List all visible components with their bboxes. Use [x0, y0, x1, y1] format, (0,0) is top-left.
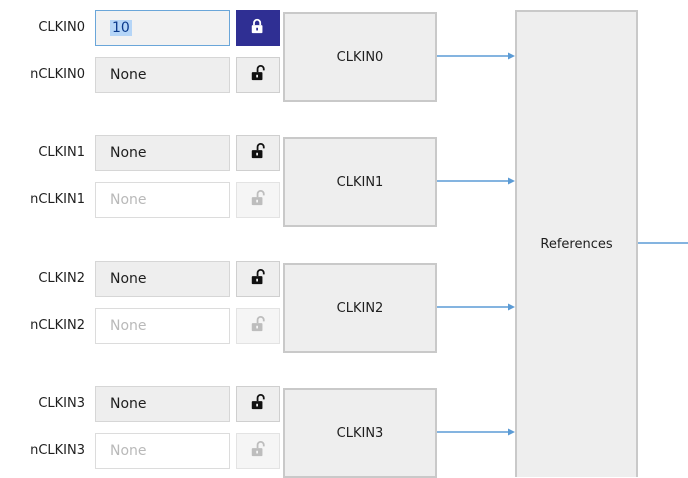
frequency-value: None: [110, 271, 147, 287]
references-block[interactable]: References: [515, 10, 638, 477]
clkin-frequency-field[interactable]: 10: [95, 10, 230, 46]
clkin-block-label: CLKIN2: [336, 300, 384, 316]
clkin-label: CLKIN2: [38, 271, 85, 286]
clkin-block-label: CLKIN0: [336, 49, 384, 65]
lock-open-icon: [250, 268, 266, 290]
clkin-block-label: CLKIN3: [336, 425, 384, 441]
frequency-value: None: [110, 67, 147, 83]
nclkin-frequency-field: None: [95, 182, 230, 218]
clkin-lock-button[interactable]: [236, 261, 280, 297]
nclkin-frequency-field: None: [95, 308, 230, 344]
connector-arrow-icon: [508, 428, 515, 436]
clkin-lock-button[interactable]: [236, 10, 280, 46]
frequency-value: None: [110, 396, 147, 412]
connector-arrow-icon: [508, 303, 515, 311]
nclkin-lock-button[interactable]: [236, 57, 280, 93]
clkin-block[interactable]: CLKIN0: [283, 12, 437, 102]
frequency-value: None: [110, 318, 147, 334]
clkin-block[interactable]: CLKIN3: [283, 388, 437, 478]
clock-input-diagram: References CLKIN0 10 nCLKIN0 None CLKIN0 CLKI…: [0, 0, 688, 478]
lock-open-icon: [250, 64, 266, 86]
lock-closed-icon: [250, 17, 266, 39]
clkin-label: CLKIN3: [38, 396, 85, 411]
lock-open-icon: [250, 440, 266, 462]
connector-arrow-icon: [508, 177, 515, 185]
lock-open-icon: [250, 315, 266, 337]
nclkin-label: nCLKIN0: [30, 67, 85, 82]
nclkin-label: nCLKIN3: [30, 443, 85, 458]
connector-arrow-icon: [508, 52, 515, 60]
lock-open-icon: [250, 142, 266, 164]
lock-open-icon: [250, 189, 266, 211]
clkin-lock-button[interactable]: [236, 386, 280, 422]
nclkin-lock-button: [236, 182, 280, 218]
clkin-frequency-field[interactable]: None: [95, 386, 230, 422]
clkin-block[interactable]: CLKIN2: [283, 263, 437, 353]
references-label: References: [540, 237, 613, 252]
nclkin-lock-button: [236, 308, 280, 344]
clkin-label: CLKIN1: [38, 145, 85, 160]
nclkin-frequency-field: None: [95, 433, 230, 469]
nclkin-lock-button: [236, 433, 280, 469]
nclkin-label: nCLKIN2: [30, 318, 85, 333]
clkin-frequency-field[interactable]: None: [95, 135, 230, 171]
clkin-label: CLKIN0: [38, 20, 85, 35]
frequency-value: None: [110, 192, 147, 208]
clkin-block-label: CLKIN1: [336, 174, 384, 190]
frequency-value: None: [110, 145, 147, 161]
nclkin-label: nCLKIN1: [30, 192, 85, 207]
nclkin-frequency-field[interactable]: None: [95, 57, 230, 93]
frequency-value: 10: [110, 20, 132, 36]
clkin-frequency-field[interactable]: None: [95, 261, 230, 297]
frequency-value: None: [110, 443, 147, 459]
clkin-lock-button[interactable]: [236, 135, 280, 171]
lock-open-icon: [250, 393, 266, 415]
clkin-block[interactable]: CLKIN1: [283, 137, 437, 227]
